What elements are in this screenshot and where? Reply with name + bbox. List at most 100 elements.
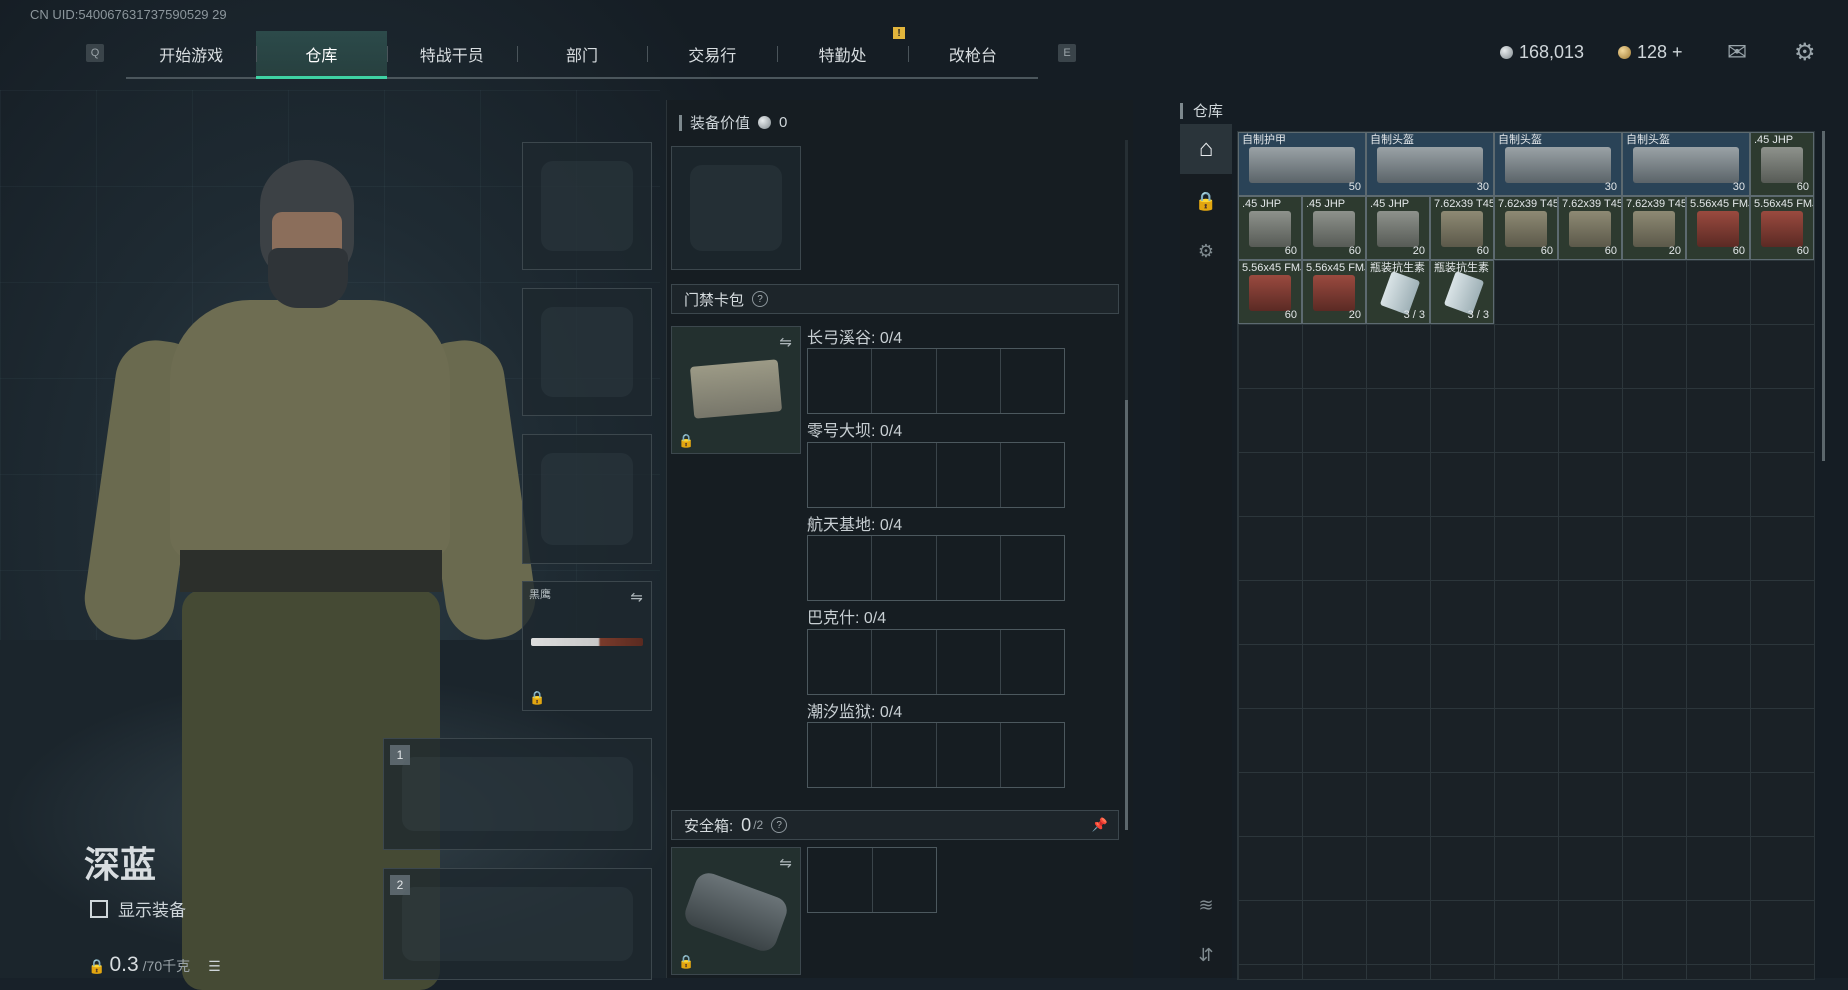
gear-icon[interactable]: ⚙ — [1794, 38, 1816, 67]
item-name: 瓶装抗生素 — [1370, 262, 1425, 274]
melee-slot[interactable]: 黑鹰 ⇋ 🔒 — [522, 581, 652, 711]
item-count: 60 — [1284, 309, 1297, 321]
swap-icon[interactable]: ⇋ — [779, 333, 792, 351]
stash-item[interactable]: 7.62x39 T45M 60 — [1558, 196, 1622, 260]
layers-icon[interactable]: ≋ — [1180, 880, 1232, 930]
stash-item[interactable]: 5.56x45 FMJ 60 — [1750, 196, 1814, 260]
item-count: 60 — [1284, 245, 1297, 257]
item-image — [1761, 211, 1803, 247]
mail-icon[interactable]: ✉ — [1727, 38, 1747, 67]
lock-icon: 🔒 — [529, 690, 546, 705]
pistol-slot[interactable] — [522, 434, 652, 564]
stash-item[interactable]: 自制头盔 30 — [1622, 132, 1750, 196]
keycard-case-slot[interactable]: ⇋ 🔒 — [671, 326, 801, 454]
item-count: 30 — [1604, 181, 1617, 193]
stash-item[interactable]: 瓶装抗生素 3 / 3 — [1366, 260, 1430, 324]
tab-special-ops[interactable]: 特勤处 — [777, 31, 907, 77]
stash-sidebar: ⌂ 🔒 ⚙ ≋ ⇵ — [1180, 124, 1232, 978]
keycard-case-header: 门禁卡包 ? — [671, 284, 1119, 314]
armor-slot[interactable] — [522, 288, 652, 416]
safebox-grid[interactable] — [807, 847, 937, 913]
stash-item[interactable]: 自制护甲 50 — [1238, 132, 1366, 196]
stash-item[interactable]: 瓶装抗生素 3 / 3 — [1430, 260, 1494, 324]
scrollbar[interactable] — [1125, 140, 1128, 830]
silver-amount: 168,013 — [1519, 42, 1585, 62]
keycard-grid-brakkesh[interactable] — [807, 629, 1065, 695]
tab-warehouse[interactable]: 仓库 — [256, 31, 387, 79]
keycard-grid-prison[interactable] — [807, 722, 1065, 788]
stash-item[interactable]: .45 JHP 60 — [1750, 132, 1814, 196]
lock-icon: 🔒 — [678, 954, 695, 969]
keycard-grid-dam[interactable] — [807, 442, 1065, 508]
show-equipment-toggle[interactable]: 显示装备 — [90, 896, 186, 921]
gear-icon[interactable]: ⚙ — [1180, 226, 1232, 276]
player-uid: CN UID:540067631737590529 29 — [30, 7, 227, 22]
primary-weapon-slot-2[interactable]: 2 — [383, 868, 652, 980]
pin-icon[interactable]: 📌 — [1092, 817, 1108, 833]
stash-item[interactable]: 5.56x45 FMJ 20 — [1302, 260, 1366, 324]
item-image — [1441, 211, 1483, 247]
backpack-slot[interactable] — [671, 146, 801, 270]
sort-icon[interactable]: ⇵ — [1180, 930, 1232, 980]
stash-title-text: 仓库 — [1193, 103, 1224, 120]
lock-icon[interactable]: 🔒 — [1180, 176, 1232, 226]
item-count: 60 — [1796, 181, 1809, 193]
primary-weapon-slot-1[interactable]: 1 — [383, 738, 652, 850]
item-name: 7.62x39 T45M — [1434, 198, 1493, 210]
stash-item[interactable]: 7.62x39 T45M 60 — [1494, 196, 1558, 260]
stash-item[interactable]: 5.56x45 FMJ 60 — [1686, 196, 1750, 260]
item-count: 50 — [1348, 181, 1361, 193]
item-name: .45 JHP — [1306, 198, 1346, 210]
item-name: 5.56x45 FMJ — [1690, 198, 1750, 210]
item-count: 3 / 3 — [1467, 309, 1489, 321]
safebox-image — [681, 869, 791, 955]
item-name: 7.62x39 T45M — [1562, 198, 1621, 210]
item-count: 30 — [1476, 181, 1489, 193]
item-image — [1697, 211, 1739, 247]
silver-coin-icon — [758, 116, 772, 129]
item-image — [1761, 147, 1803, 183]
equipment-value-label: 装备价值 — [690, 115, 751, 132]
swap-icon[interactable]: ⇋ — [779, 854, 792, 872]
list-icon[interactable]: ☰ — [208, 958, 221, 975]
stash-item[interactable]: 自制头盔 30 — [1494, 132, 1622, 196]
keycard-case-title: 门禁卡包 — [684, 291, 745, 309]
notification-badge: ! — [893, 27, 905, 39]
item-name: 自制头盔 — [1498, 134, 1542, 146]
warehouse-icon[interactable]: ⌂ — [1180, 124, 1232, 174]
help-icon[interactable]: ? — [752, 291, 769, 307]
tab-department[interactable]: 部门 — [516, 31, 647, 77]
item-image — [1505, 211, 1547, 247]
tab-start-game[interactable]: 开始游戏 — [126, 31, 256, 77]
zone-label-brakkesh: 巴克什: 0/4 — [807, 610, 887, 627]
gold-currency[interactable]: 128 + — [1618, 42, 1683, 63]
helmet-slot[interactable] — [522, 142, 652, 270]
tab-market[interactable]: 交易行 — [647, 31, 777, 77]
stash-item[interactable]: 7.62x39 T45M 20 — [1622, 196, 1686, 260]
stash-item[interactable]: .45 JHP 20 — [1366, 196, 1430, 260]
item-name: .45 JHP — [1370, 198, 1410, 210]
item-count: 60 — [1540, 245, 1553, 257]
keycard-grid-spaceport[interactable] — [807, 535, 1065, 601]
safebox-slot[interactable]: ⇋ 🔒 — [671, 847, 801, 975]
stash-item[interactable]: 7.62x39 T45M 60 — [1430, 196, 1494, 260]
stash-item[interactable]: 5.56x45 FMJ 60 — [1238, 260, 1302, 324]
stash-scrollbar[interactable] — [1822, 131, 1825, 461]
item-name: .45 JHP — [1242, 198, 1282, 210]
gold-coin-icon — [1618, 46, 1631, 59]
silver-currency[interactable]: 168,013 — [1500, 42, 1584, 63]
safebox-used: 0 — [741, 814, 752, 835]
keycard-grid-longbow[interactable] — [807, 348, 1065, 414]
tab-gunsmith[interactable]: 改枪台 — [907, 31, 1038, 77]
item-count: 20 — [1348, 309, 1361, 321]
equipment-value-amount: 0 — [779, 114, 788, 131]
swap-icon[interactable]: ⇋ — [630, 588, 643, 606]
stash-item[interactable]: .45 JHP 60 — [1238, 196, 1302, 260]
stash-item[interactable]: 自制头盔 30 — [1366, 132, 1494, 196]
help-icon[interactable]: ? — [771, 817, 788, 833]
safebox-label: 安全箱: — [684, 817, 734, 835]
stash-item[interactable]: .45 JHP 60 — [1302, 196, 1366, 260]
stash-grid[interactable]: 自制护甲 50 自制头盔 30 自制头盔 30 自制头盔 30.45 JHP 60.45 JHP… — [1237, 131, 1815, 980]
tab-operators[interactable]: 特战干员 — [386, 31, 517, 77]
checkbox[interactable] — [90, 899, 108, 918]
